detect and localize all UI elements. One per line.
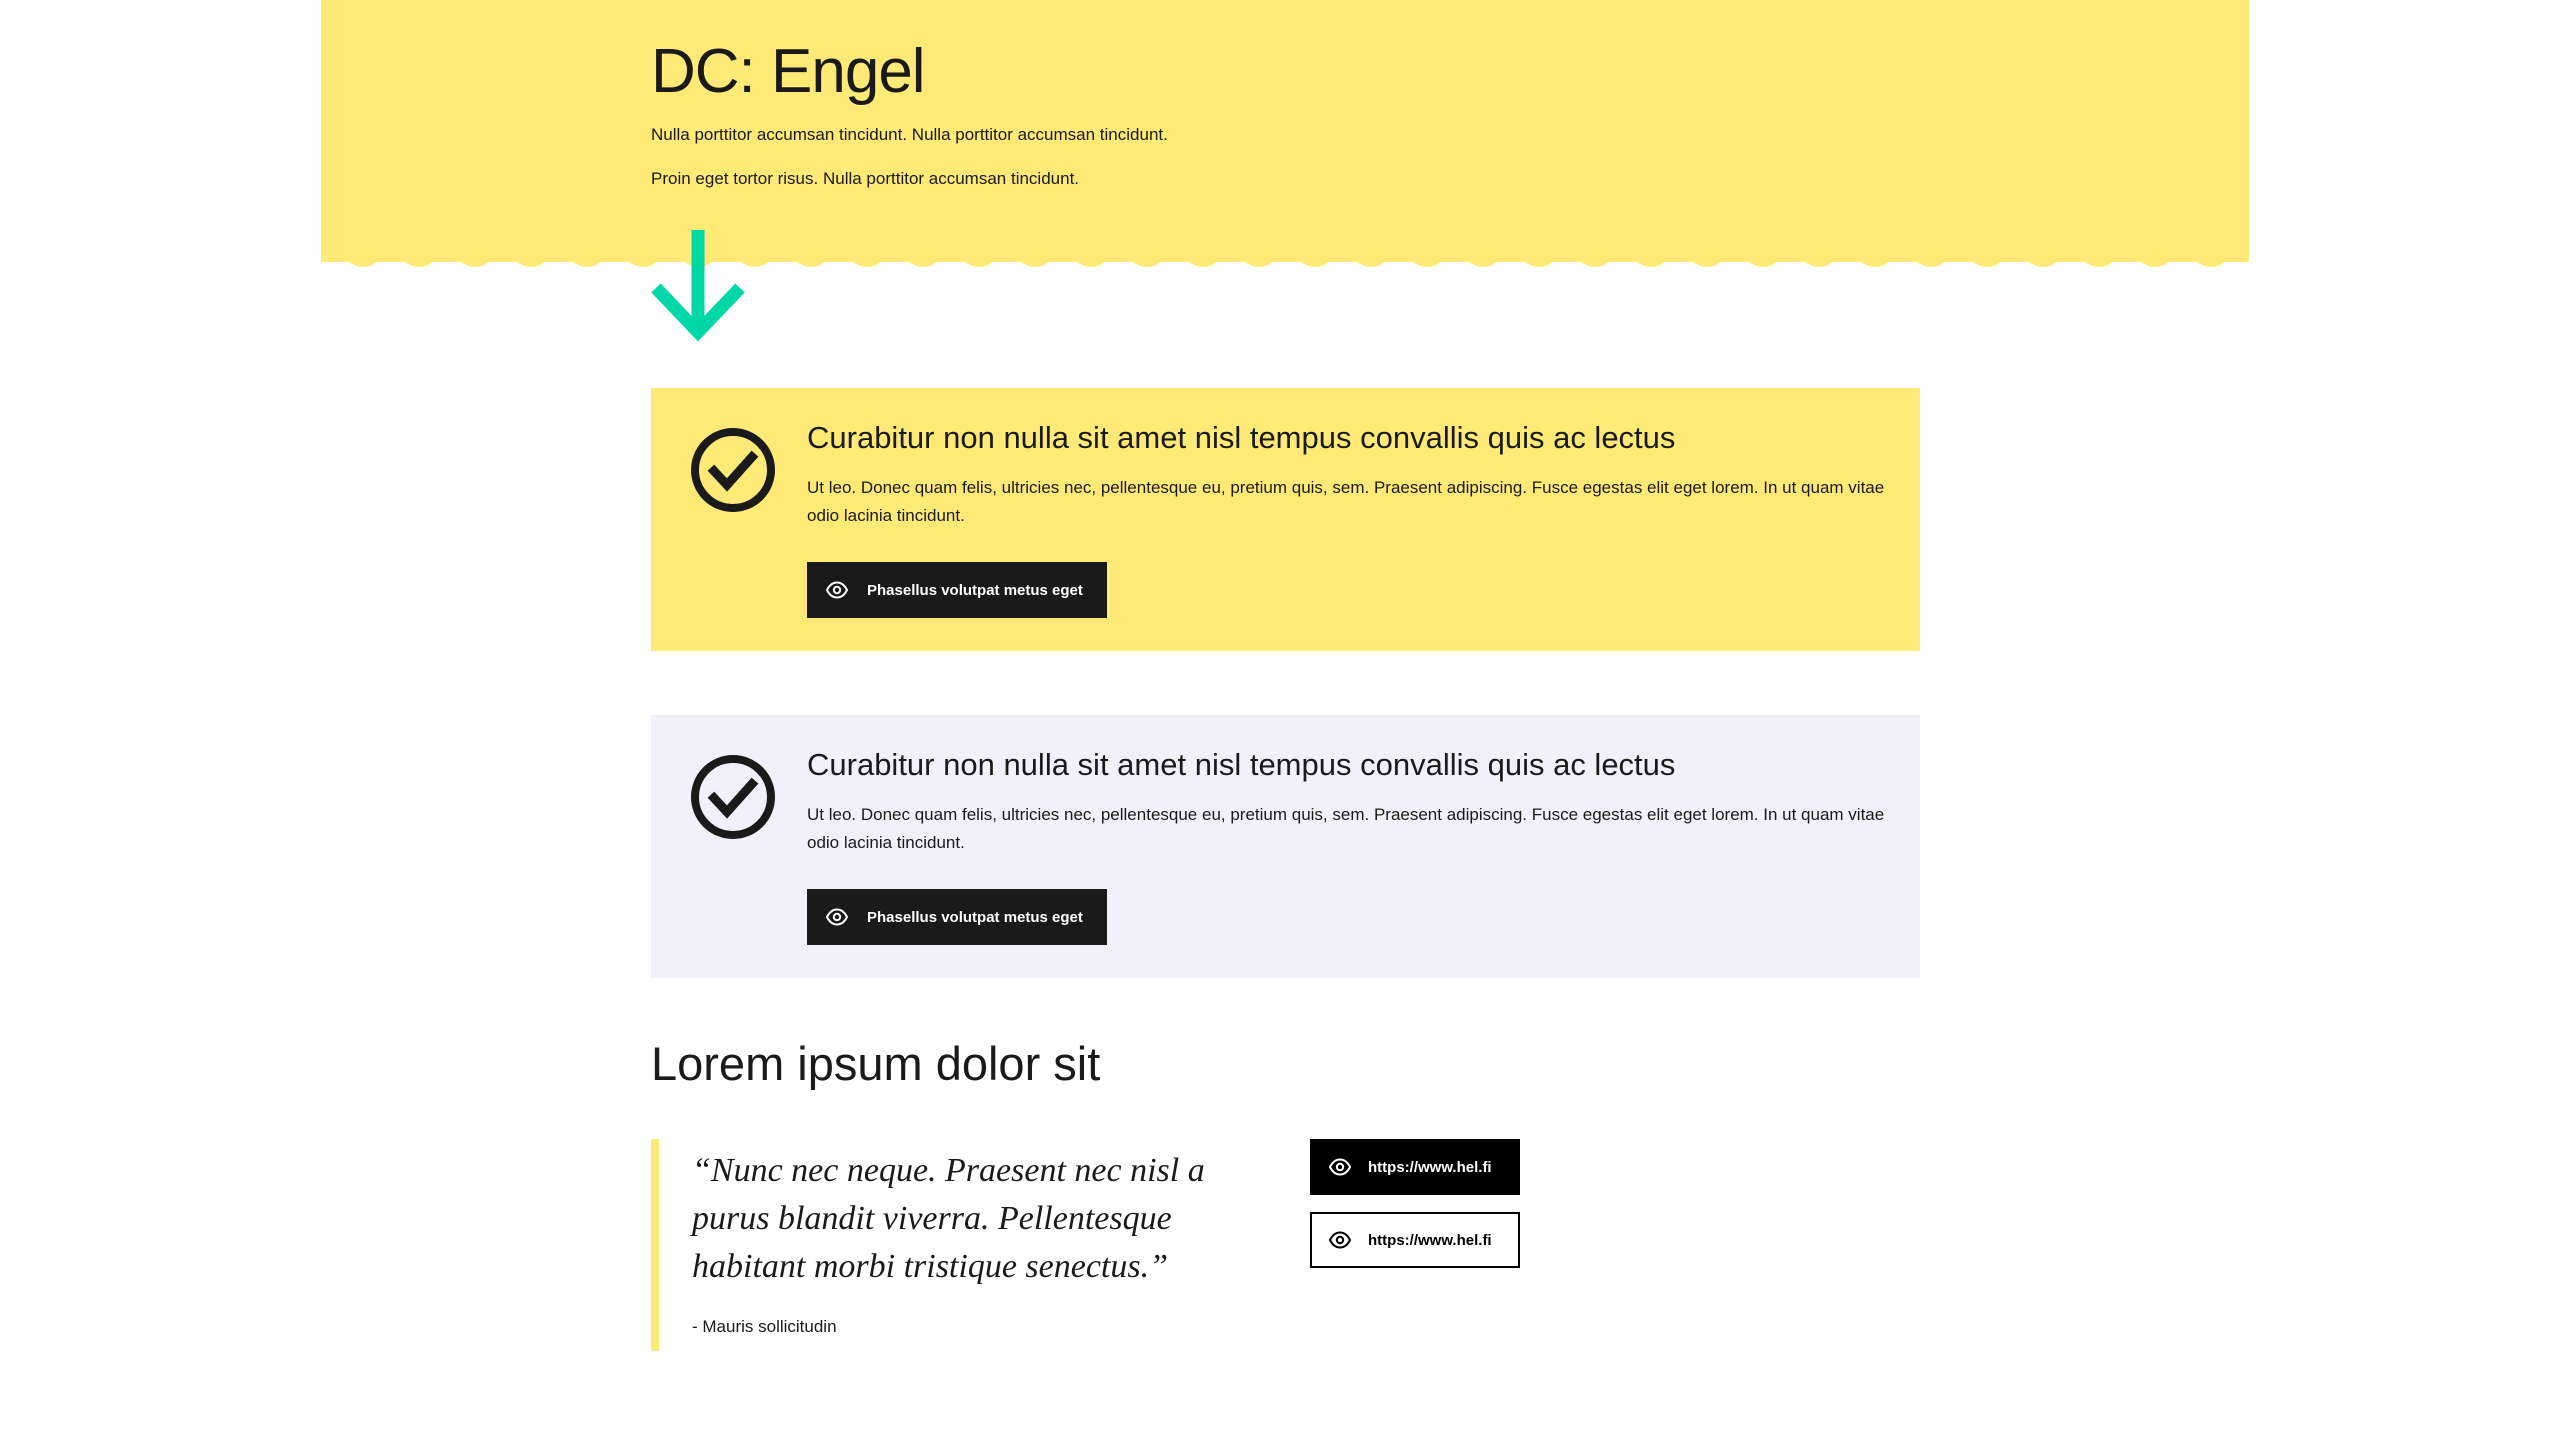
quote-author: - Mauris sollicitudin (692, 1317, 837, 1336)
card-title: Curabitur non nulla sit amet nisl tempus… (807, 420, 1676, 455)
eye-icon (825, 578, 849, 602)
link-label: https://www.hel.fi (1368, 1231, 1492, 1249)
hero-wave-edge (321, 248, 2249, 267)
eye-icon (1328, 1228, 1352, 1252)
page-title: DC: Engel (651, 37, 926, 106)
eye-icon (1328, 1155, 1352, 1179)
link-button-secondary[interactable]: https://www.hel.fi (1310, 1212, 1520, 1268)
eye-icon (825, 905, 849, 929)
hero-banner (321, 0, 2249, 262)
card-action-button[interactable]: Phasellus volutpat metus eget (807, 889, 1107, 945)
link-label: https://www.hel.fi (1368, 1158, 1492, 1176)
section-title: Lorem ipsum dolor sit (651, 1037, 1101, 1090)
card-action-label: Phasellus volutpat metus eget (867, 908, 1083, 926)
card-title: Curabitur non nulla sit amet nisl tempus… (807, 747, 1676, 782)
blockquote: “Nunc nec neque. Praesent nec nisl a pur… (651, 1139, 1251, 1351)
card-action-label: Phasellus volutpat metus eget (867, 581, 1083, 599)
info-card: Curabitur non nulla sit amet nisl tempus… (651, 715, 1920, 978)
hero-paragraph: Nulla porttitor accumsan tincidunt. Null… (651, 125, 1168, 144)
link-button-primary[interactable]: https://www.hel.fi (1310, 1139, 1520, 1195)
hero-paragraph: Proin eget tortor risus. Nulla porttitor… (651, 169, 1080, 188)
card-text: Ut leo. Donec quam felis, ultricies nec,… (807, 805, 1885, 852)
card-text: Ut leo. Donec quam felis, ultricies nec,… (807, 478, 1885, 525)
info-card: Curabitur non nulla sit amet nisl tempus… (651, 388, 1920, 651)
check-circle-icon (691, 428, 775, 512)
arrow-down-icon (651, 230, 745, 342)
card-action-button[interactable]: Phasellus volutpat metus eget (807, 562, 1107, 618)
check-circle-icon (691, 755, 775, 839)
quote-text: “Nunc nec neque. Praesent nec nisl a pur… (692, 1152, 1205, 1285)
